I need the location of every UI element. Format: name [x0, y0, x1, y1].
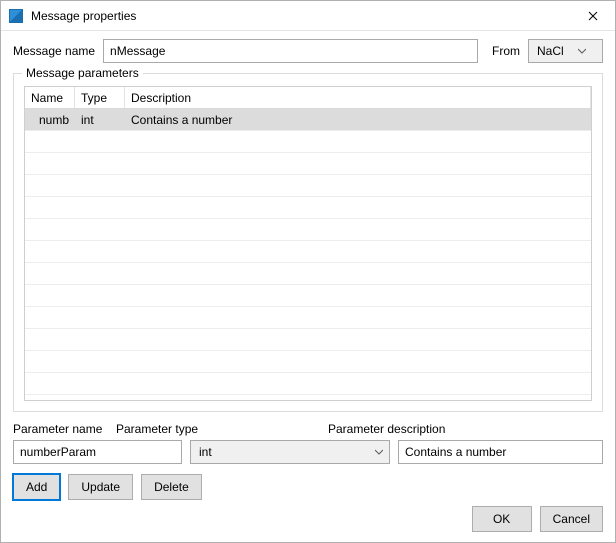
chevron-down-icon: [578, 47, 586, 55]
dialog-window: Message properties Message name From NaC…: [0, 0, 616, 543]
param-type-select[interactable]: int: [190, 440, 390, 464]
update-button[interactable]: Update: [68, 474, 133, 500]
table-row[interactable]: [25, 373, 591, 395]
table-row[interactable]: [25, 263, 591, 285]
dialog-body: Message name From NaCl Message parameter…: [1, 31, 615, 542]
cancel-button[interactable]: Cancel: [540, 506, 603, 532]
table-header: Name Type Description: [25, 87, 591, 109]
table-row[interactable]: [25, 307, 591, 329]
add-button[interactable]: Add: [13, 474, 60, 500]
table-body: numbintContains a number: [25, 109, 591, 400]
delete-button[interactable]: Delete: [141, 474, 202, 500]
param-edit-labels: Parameter name Parameter type Parameter …: [13, 422, 603, 436]
table-row[interactable]: [25, 197, 591, 219]
window-title: Message properties: [31, 9, 570, 23]
param-name-label: Parameter name: [13, 422, 108, 436]
ok-button[interactable]: OK: [472, 506, 532, 532]
table-row[interactable]: [25, 219, 591, 241]
close-button[interactable]: [570, 1, 615, 30]
table-row[interactable]: [25, 351, 591, 373]
dialog-footer: OK Cancel: [13, 500, 603, 532]
app-icon: [9, 9, 23, 23]
cell-desc: Contains a number: [125, 113, 591, 127]
table-row[interactable]: [25, 329, 591, 351]
cell-name: numb: [25, 113, 75, 127]
parameters-legend: Message parameters: [22, 66, 143, 80]
titlebar: Message properties: [1, 1, 615, 31]
col-header-name[interactable]: Name: [25, 87, 75, 108]
table-row[interactable]: [25, 153, 591, 175]
param-type-label: Parameter type: [116, 422, 316, 436]
param-buttons-row: Add Update Delete: [13, 474, 603, 500]
cell-type: int: [75, 113, 125, 127]
chevron-down-icon: [375, 448, 383, 456]
table-row[interactable]: numbintContains a number: [25, 109, 591, 131]
param-edit-fields: int: [13, 440, 603, 464]
param-desc-label: Parameter description: [328, 422, 603, 436]
param-desc-input[interactable]: [398, 440, 603, 464]
from-select-value: NaCl: [537, 44, 564, 58]
param-name-input[interactable]: [13, 440, 182, 464]
col-header-description[interactable]: Description: [125, 87, 591, 108]
table-row[interactable]: [25, 241, 591, 263]
message-name-input[interactable]: [103, 39, 478, 63]
message-name-row: Message name From NaCl: [13, 39, 603, 63]
close-icon: [588, 11, 598, 21]
table-row[interactable]: [25, 131, 591, 153]
param-type-value: int: [199, 445, 212, 459]
parameters-group: Message parameters Name Type Description…: [13, 73, 603, 412]
from-label: From: [492, 44, 520, 58]
col-header-type[interactable]: Type: [75, 87, 125, 108]
message-name-label: Message name: [13, 44, 95, 58]
parameters-table[interactable]: Name Type Description numbintContains a …: [24, 86, 592, 401]
from-select[interactable]: NaCl: [528, 39, 603, 63]
table-row[interactable]: [25, 285, 591, 307]
table-row[interactable]: [25, 175, 591, 197]
